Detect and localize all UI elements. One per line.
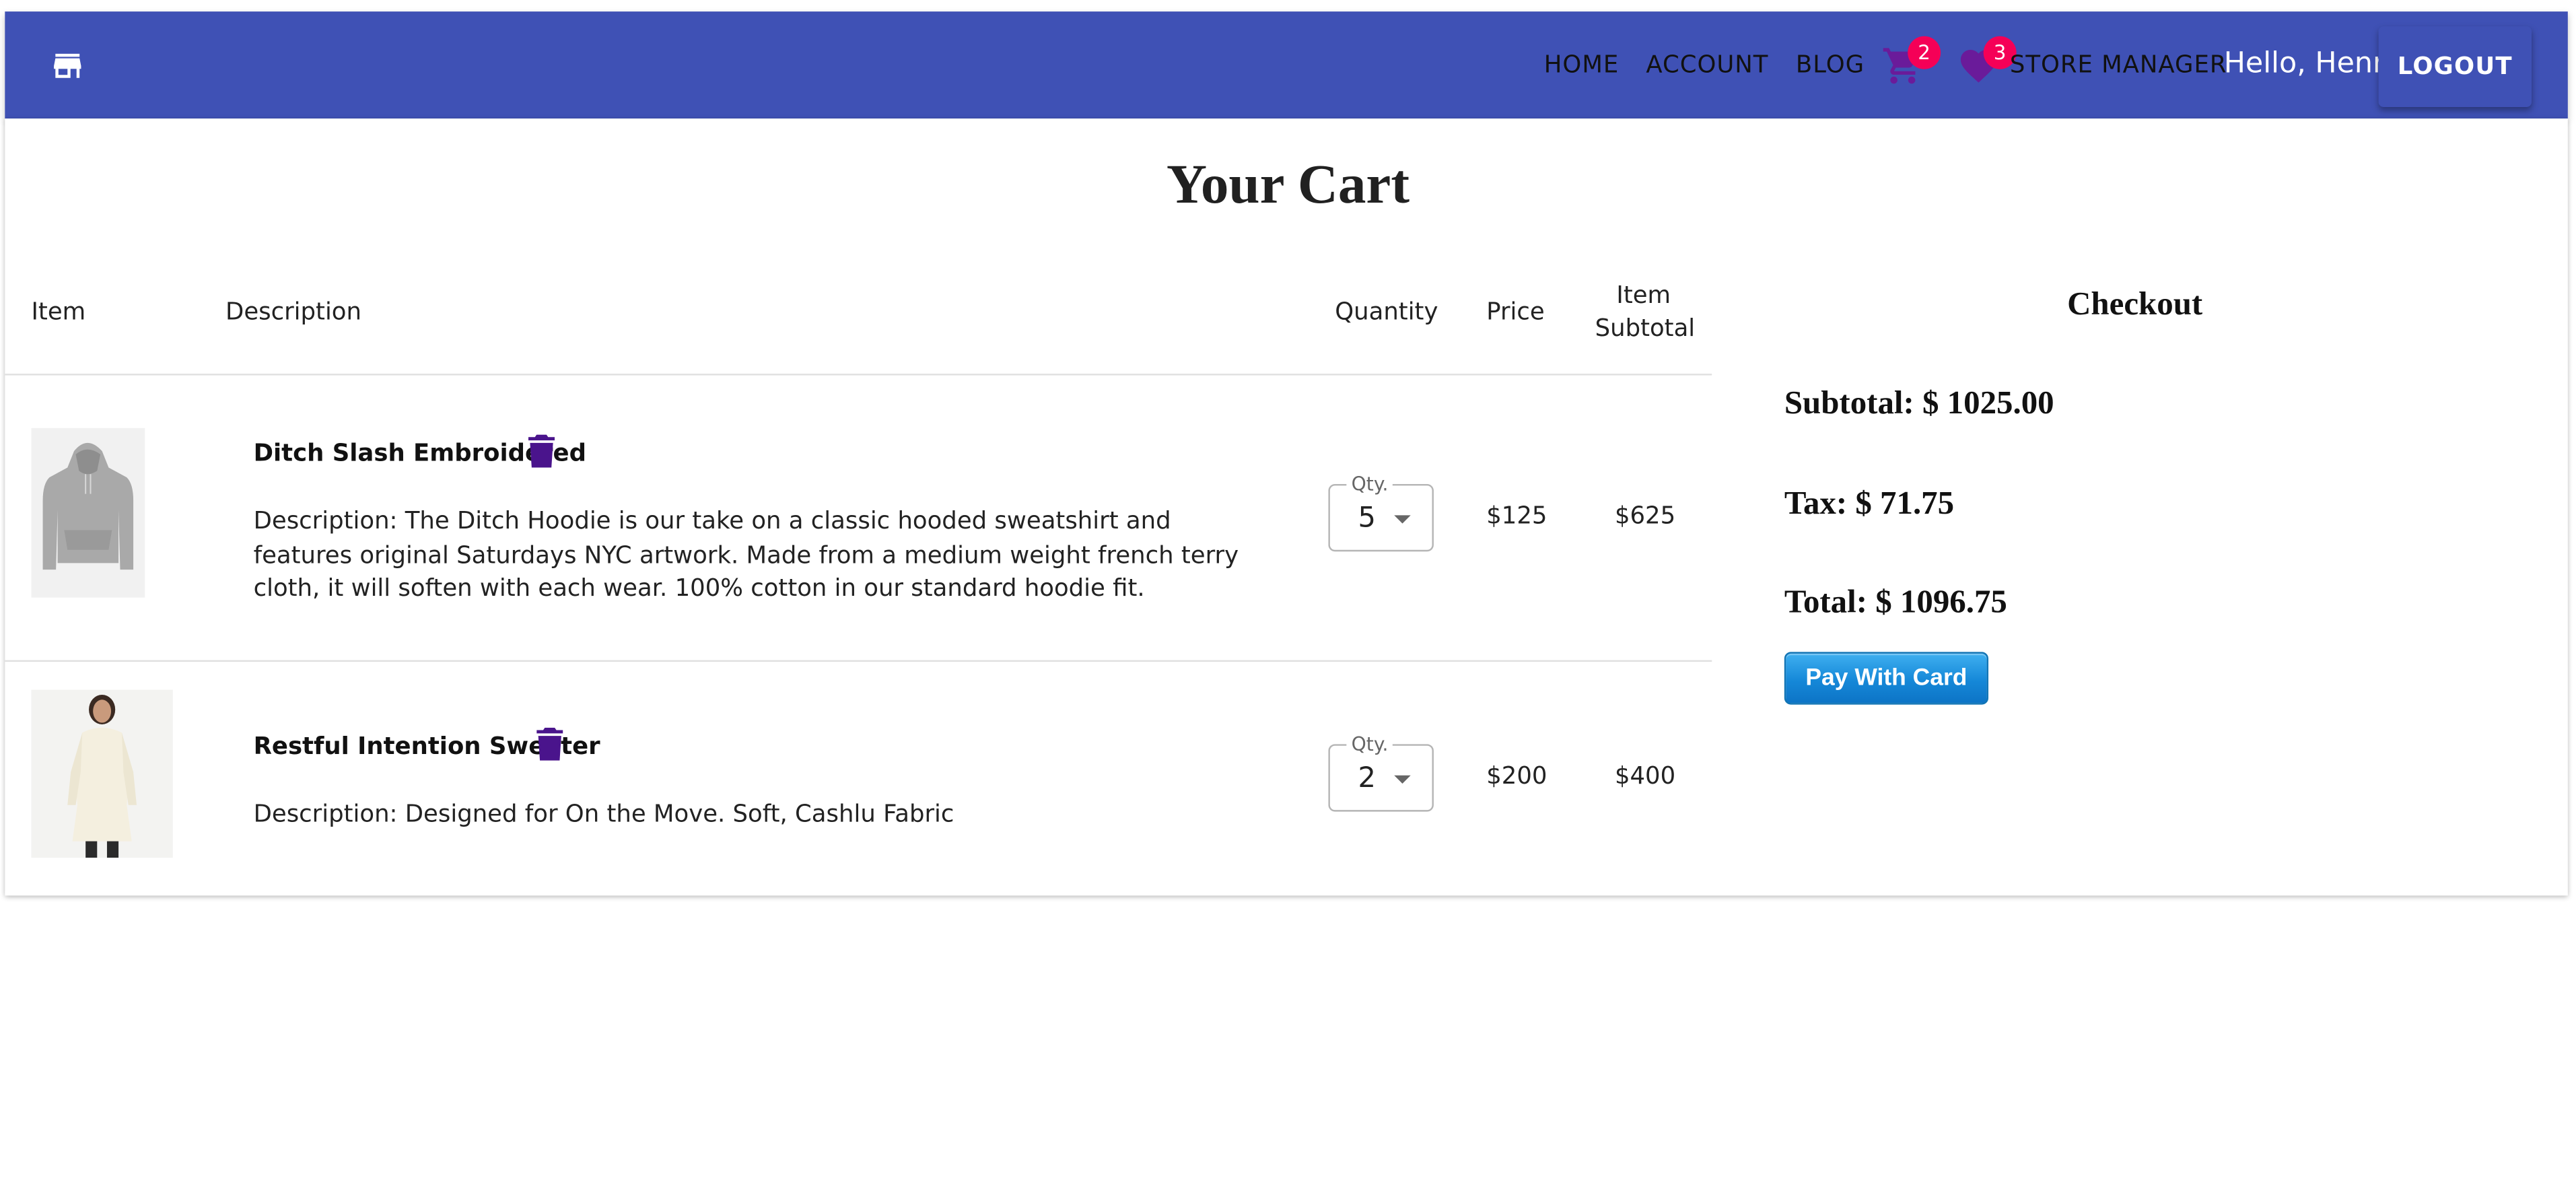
column-header-price: Price xyxy=(1486,300,1545,327)
delete-icon[interactable] xyxy=(528,434,555,468)
quantity-label: Qty. xyxy=(1346,732,1393,756)
wishlist-button[interactable]: 3 xyxy=(1957,36,2017,90)
quantity-select[interactable]: Qty. 5 xyxy=(1328,472,1434,552)
column-header-item: Item xyxy=(31,300,86,327)
column-header-description: Description xyxy=(225,300,361,327)
item-description: Description: The Ditch Hoodie is our tak… xyxy=(253,508,1239,603)
logout-button[interactable]: LOGOUT xyxy=(2378,26,2532,107)
quantity-label: Qty. xyxy=(1346,472,1393,496)
item-price: $200 xyxy=(1486,763,1547,790)
quantity-value: 5 xyxy=(1358,502,1376,535)
product-image-sweater xyxy=(31,689,173,858)
column-header-quantity: Quantity xyxy=(1335,300,1438,327)
cart-count-badge: 2 xyxy=(1908,36,1941,69)
item-subtotal: $400 xyxy=(1614,763,1676,790)
nav-store-manager-link[interactable]: STORE MANAGER xyxy=(2010,51,2227,81)
table-divider xyxy=(5,660,1712,662)
nav-home-link[interactable]: HOME xyxy=(1544,51,1619,81)
checkout-total: Total: $ 1096.75 xyxy=(1784,584,2007,621)
page-title: Your Cart xyxy=(1166,154,1410,216)
quantity-value: 2 xyxy=(1358,762,1376,796)
dropdown-arrow-icon xyxy=(1394,515,1411,524)
store-icon[interactable] xyxy=(49,48,85,84)
item-subtotal: $625 xyxy=(1614,504,1676,530)
delete-icon[interactable] xyxy=(536,727,563,761)
product-image-hoodie xyxy=(31,427,145,598)
quantity-select[interactable]: Qty. 2 xyxy=(1328,732,1434,812)
nav-account-link[interactable]: ACCOUNT xyxy=(1646,51,1768,81)
table-divider xyxy=(5,374,1712,376)
nav-blog-link[interactable]: BLOG xyxy=(1796,51,1865,81)
column-header-subtotal-line1: Item xyxy=(1616,283,1671,310)
app-bar: HOME ACCOUNT BLOG 2 3 STORE MANAGER Hell… xyxy=(5,11,2568,119)
column-header-subtotal-line2: Subtotal xyxy=(1595,316,1696,343)
checkout-tax: Tax: $ 71.75 xyxy=(1784,485,1955,522)
cart-button[interactable]: 2 xyxy=(1881,36,1941,90)
item-price: $125 xyxy=(1486,504,1547,530)
dropdown-arrow-icon xyxy=(1394,775,1411,784)
checkout-title: Checkout xyxy=(2067,286,2203,323)
item-description: Description: Designed for On the Move. S… xyxy=(253,801,954,829)
checkout-subtotal: Subtotal: $ 1025.00 xyxy=(1784,385,2054,422)
pay-with-card-button[interactable]: Pay With Card xyxy=(1784,652,1989,705)
